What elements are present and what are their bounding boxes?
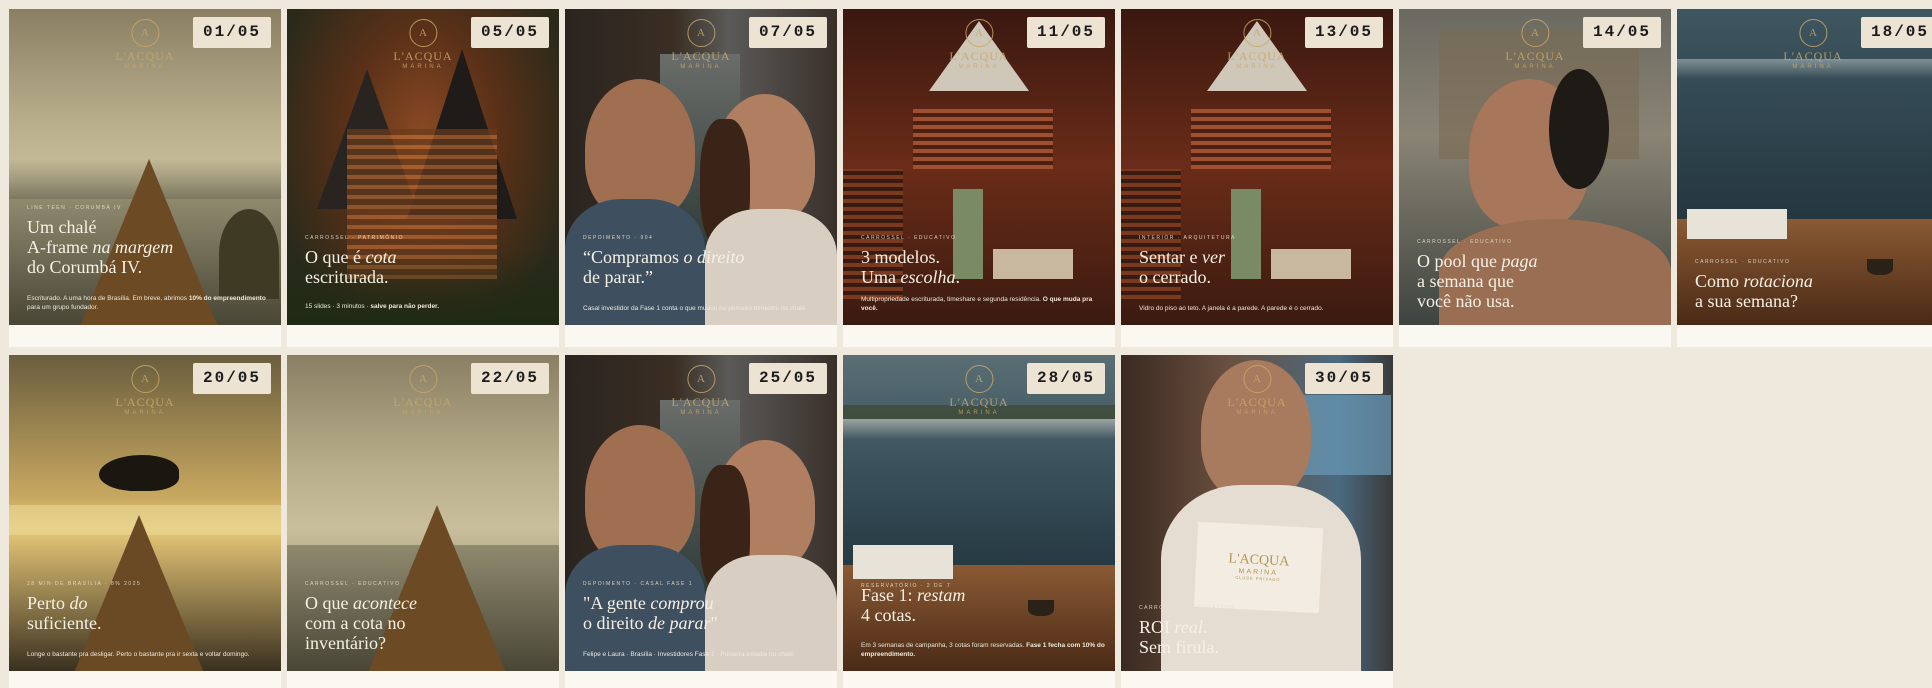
post-headline: Um chalé A-frame na margem do Corumbá IV… — [27, 217, 174, 277]
brand-logo: A L'ACQUA MARINA — [1505, 19, 1564, 70]
post-kicker: DEPOIMENTO · CASAL FASE 1 — [583, 581, 694, 587]
brand-logo: A L'ACQUA MARINA — [949, 19, 1008, 70]
post-card-20-05[interactable]: A L'ACQUA MARINA 20/05 28 MIN DE BRASÍLIA … — [9, 355, 281, 688]
post-card-07-05[interactable]: A L'ACQUA MARINA 07/05 DEPOIMENTO · 904 “C… — [565, 9, 837, 347]
post-kicker: CARROSSEL · EDUCATIVO — [1139, 605, 1235, 611]
post-caption: Longe o bastante pra desligar. Perto o b… — [27, 651, 250, 658]
post-card-11-05[interactable]: A L'ACQUA MARINA 11/05 CARROSSEL · EDUCATI… — [843, 9, 1115, 347]
post-caption: Casal investidor da Fase 1 conta o que m… — [583, 305, 808, 312]
post-date: 18/05 — [1860, 17, 1932, 48]
post-kicker: 28 MIN DE BRASÍLIA · 8% 2025 — [27, 581, 142, 587]
post-kicker: CARROSSEL · EDUCATIVO — [1417, 239, 1513, 245]
post-card-22-05[interactable]: A L'ACQUA MARINA 22/05 CARROSSEL · EDUCATI… — [287, 355, 559, 688]
post-date: 13/05 — [1304, 17, 1383, 48]
brand-logo: A L'ACQUA MARINA — [1783, 19, 1842, 70]
post-date: 01/05 — [192, 17, 271, 48]
post-card-25-05[interactable]: A L'ACQUA MARINA 25/05 DEPOIMENTO · CASAL … — [565, 355, 837, 688]
post-date: 07/05 — [748, 17, 827, 48]
post-kicker: CARROSSEL · EDUCATIVO — [1695, 259, 1791, 265]
post-caption: Multipropriedade escriturada, timeshare … — [861, 296, 1093, 312]
post-kicker: CARROSSEL · EDUCATIVO — [861, 235, 957, 241]
post-date: 14/05 — [1582, 17, 1661, 48]
brand-logo: A L'ACQUA MARINA — [1227, 365, 1286, 416]
post-headline: ROI real. Sem firula. — [1139, 617, 1219, 657]
post-date: 05/05 — [470, 17, 549, 48]
post-headline: Como rotaciona a sua semana? — [1695, 271, 1813, 311]
post-caption: Vidro do piso ao teto. A janela é a pare… — [1139, 305, 1324, 312]
post-date: 20/05 — [192, 363, 271, 394]
post-caption: Escriturado. A uma hora de Brasília. Em … — [27, 295, 266, 311]
post-headline: 3 modelos. Uma escolha. — [861, 247, 960, 287]
post-caption: 15 slides · 3 minutos · salve para não p… — [305, 303, 440, 310]
post-grid: A L'ACQUA MARINA 01/05 LINE TEEN · CORUMBÁ… — [0, 0, 1932, 688]
post-headline: O que acontece com a cota no inventário? — [305, 593, 417, 653]
post-headline: Perto do suficiente. — [27, 593, 102, 633]
post-date: 28/05 — [1026, 363, 1105, 394]
post-card-18-05[interactable]: A L'ACQUA MARINA 18/05 CARROSSEL · EDUCATI… — [1677, 9, 1932, 347]
brand-logo: A L'ACQUA MARINA — [393, 365, 452, 416]
brand-logo: A L'ACQUA MARINA — [671, 19, 730, 70]
post-kicker: CARROSSEL · PATRIMÔNIO — [305, 235, 405, 241]
bird-silhouette — [99, 455, 179, 491]
post-card-05-05[interactable]: A L'ACQUA MARINA 05/05 CARROSSEL · PATRIMÔ… — [287, 9, 559, 347]
post-headline: Sentar e ver o cerrado. — [1139, 247, 1225, 287]
post-headline: "A gente comprou o direito de parar" — [583, 593, 718, 633]
post-headline: O pool que paga a semana que você não us… — [1417, 251, 1538, 311]
post-kicker: LINE TEEN · CORUMBÁ IV — [27, 205, 122, 211]
brand-name: L'ACQUA — [115, 49, 175, 63]
post-card-14-05[interactable]: A L'ACQUA MARINA 14/05 CARROSSEL · EDUCATI… — [1399, 9, 1671, 347]
post-kicker: DEPOIMENTO · 904 — [583, 235, 654, 241]
post-date: 11/05 — [1026, 17, 1105, 48]
brand-logo: A L'ACQUA MARINA — [115, 19, 174, 70]
post-date: 25/05 — [748, 363, 827, 394]
post-caption: Felipe e Laura · Brasília · Investidores… — [583, 651, 796, 658]
post-headline: Fase 1: restam 4 cotas. — [861, 585, 966, 625]
post-kicker: CARROSSEL · EDUCATIVO — [305, 581, 401, 587]
brand-logo: A L'ACQUA MARINA — [1227, 19, 1286, 70]
post-date: 30/05 — [1304, 363, 1383, 394]
post-card-01-05[interactable]: A L'ACQUA MARINA 01/05 LINE TEEN · CORUMBÁ… — [9, 9, 281, 347]
post-card-13-05[interactable]: A L'ACQUA MARINA 13/05 INTERIOR · ARQUITET… — [1121, 9, 1393, 347]
brand-logo: A L'ACQUA MARINA — [115, 365, 174, 416]
held-card: L'ACQUA MARINA CLUBE PRIVADO — [1193, 521, 1324, 614]
brand-logo: A L'ACQUA MARINA — [393, 19, 452, 70]
post-card-30-05[interactable]: L'ACQUA MARINA CLUBE PRIVADO A L'ACQUA MAR… — [1121, 355, 1393, 688]
brand-sub: MARINA — [124, 64, 166, 70]
post-kicker: INTERIOR · ARQUITETURA — [1139, 235, 1236, 241]
post-headline: “Compramos o direito de parar.” — [583, 247, 745, 287]
post-caption: Em 3 semanas de campanha, 3 cotas foram … — [861, 642, 1105, 658]
brand-logo: A L'ACQUA MARINA — [949, 365, 1008, 416]
brand-logo: A L'ACQUA MARINA — [671, 365, 730, 416]
post-headline: O que é cota escriturada. — [305, 247, 397, 287]
post-date: 22/05 — [470, 363, 549, 394]
post-card-28-05[interactable]: A L'ACQUA MARINA 28/05 RESERVATÓRIO · 2 DE… — [843, 355, 1115, 688]
